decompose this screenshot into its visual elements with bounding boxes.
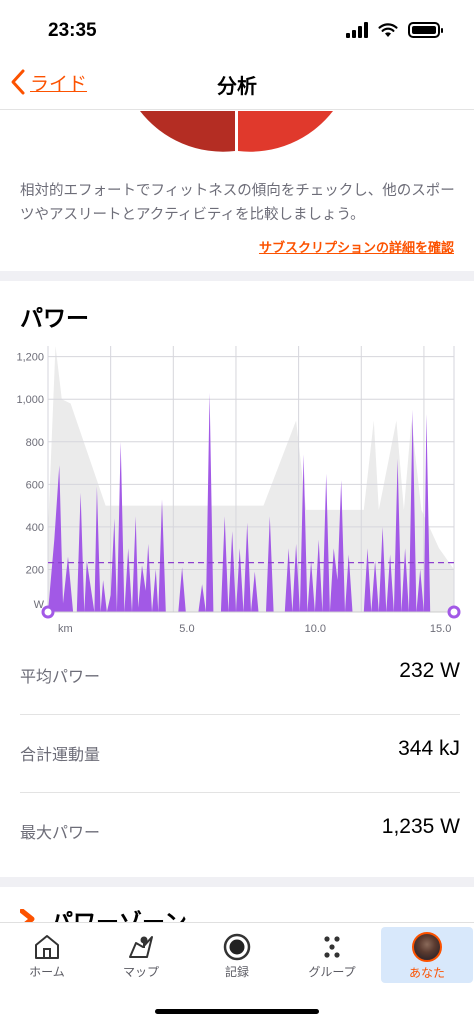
tab-bar: ホーム マップ 記録 グループ あなた [0, 922, 474, 1024]
section-divider [0, 877, 474, 887]
page-title: 分析 [217, 74, 257, 98]
section-divider [0, 271, 474, 281]
relative-effort-section: 相対的エフォートでフィットネスの傾向をチェックし、他のスポーツやアスリートとアク… [0, 111, 474, 271]
range-end-handle[interactable] [447, 605, 461, 619]
map-icon [129, 936, 153, 958]
x-tick-label: 10.0 [305, 623, 326, 635]
stat-value: 232 W [399, 659, 460, 682]
home-icon [35, 935, 59, 959]
x-axis-unit-label: km [58, 623, 73, 635]
tab-you[interactable]: あなた [381, 927, 473, 983]
power-chart[interactable]: 2004006008001,0001,200Wkm 5.0 10.0 15.0 [0, 341, 474, 641]
x-tick-label: 5.0 [179, 623, 194, 635]
home-indicator [155, 1009, 319, 1014]
tab-record[interactable]: 記録 [191, 927, 283, 983]
power-zones-section: パワーゾーン [0, 887, 474, 923]
tab-label: マップ [122, 965, 159, 979]
power-section: パワー 200 400 600 800 1,000 1,200 Wkm 5.0 10.0 15.0… [0, 281, 474, 877]
tab-label: ホーム [29, 965, 65, 979]
effort-description: 相対的エフォートでフィットネスの傾向をチェックし、他のスポーツやアスリートとアク… [20, 183, 455, 223]
y-tick-label: 1,200 [16, 352, 44, 364]
avatar [412, 932, 442, 962]
zone-chevron-icon [20, 909, 35, 923]
power-title: パワー [20, 306, 89, 332]
tab-label: グループ [308, 965, 356, 979]
stat-row-average-power: 平均パワー 232 W [20, 637, 460, 715]
tab-label: あなた [408, 966, 445, 980]
stat-row-total-work: 合計運動量 344 kJ [20, 715, 460, 793]
record-icon [223, 933, 251, 961]
status-bar: 23:35 [0, 0, 474, 60]
y-tick-label: 600 [26, 479, 44, 491]
battery-icon [408, 22, 443, 38]
relative-effort-gauge [140, 111, 333, 152]
tab-groups[interactable]: グループ [286, 927, 378, 983]
tab-home[interactable]: ホーム [1, 927, 93, 983]
group-icon [324, 936, 340, 958]
y-tick-label: 400 [26, 522, 44, 534]
status-icons [346, 22, 443, 38]
stat-label: 最大パワー [20, 823, 101, 842]
y-tick-label: 1,000 [16, 394, 44, 406]
stat-label: 平均パワー [20, 667, 101, 686]
power-zones-title: パワーゾーン [50, 910, 187, 923]
y-tick-label: 800 [26, 437, 44, 449]
stat-label: 合計運動量 [20, 745, 101, 764]
signal-icon [346, 22, 368, 38]
status-time: 23:35 [48, 20, 97, 41]
stat-row-max-power: 最大パワー 1,235 W [20, 793, 460, 871]
y-tick-label: 200 [26, 564, 44, 576]
subscription-details-link[interactable]: サブスクリプションの詳細を確認 [259, 237, 454, 256]
wifi-icon [378, 22, 398, 37]
tab-maps[interactable]: マップ [95, 927, 187, 983]
stat-value: 344 kJ [398, 737, 460, 760]
x-tick-label: 15.0 [430, 623, 451, 635]
elevation-area [48, 346, 454, 612]
stat-value: 1,235 W [381, 815, 460, 838]
tab-label: 記録 [224, 965, 249, 979]
range-start-handle[interactable] [41, 605, 55, 619]
navigation-bar: ライド 分析 [0, 60, 474, 110]
